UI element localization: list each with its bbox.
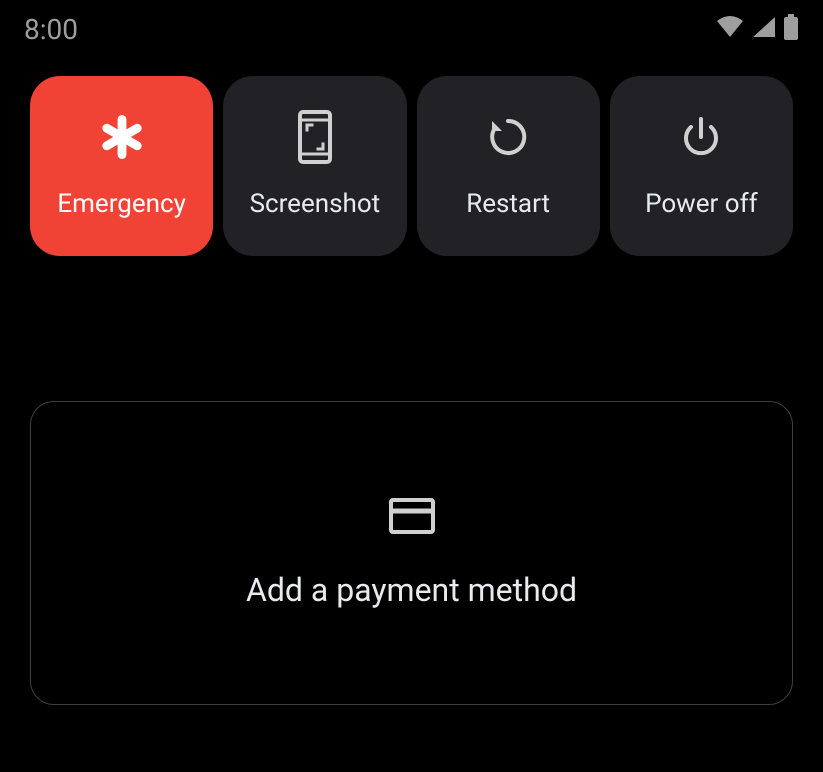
status-icons bbox=[715, 14, 799, 44]
power-off-button[interactable]: Power off bbox=[610, 76, 793, 256]
add-payment-method-label: Add a payment method bbox=[246, 571, 577, 609]
power-icon bbox=[679, 113, 723, 161]
power-off-label: Power off bbox=[645, 189, 758, 219]
emergency-label: Emergency bbox=[57, 189, 186, 219]
screenshot-phone-icon bbox=[297, 113, 333, 161]
screenshot-button[interactable]: Screenshot bbox=[223, 76, 406, 256]
wifi-icon bbox=[715, 15, 745, 43]
status-time: 8:00 bbox=[24, 13, 78, 46]
add-payment-method-card[interactable]: Add a payment method bbox=[30, 401, 793, 705]
restart-label: Restart bbox=[466, 189, 550, 219]
credit-card-icon bbox=[388, 497, 436, 539]
battery-icon bbox=[783, 14, 799, 44]
status-bar: 8:00 bbox=[0, 0, 823, 48]
cellular-signal-icon bbox=[751, 15, 777, 43]
restart-icon bbox=[486, 113, 530, 161]
screenshot-label: Screenshot bbox=[250, 189, 381, 219]
emergency-asterisk-icon bbox=[100, 113, 144, 161]
power-menu: Emergency Screenshot Restart bbox=[0, 48, 823, 256]
restart-button[interactable]: Restart bbox=[417, 76, 600, 256]
emergency-button[interactable]: Emergency bbox=[30, 76, 213, 256]
